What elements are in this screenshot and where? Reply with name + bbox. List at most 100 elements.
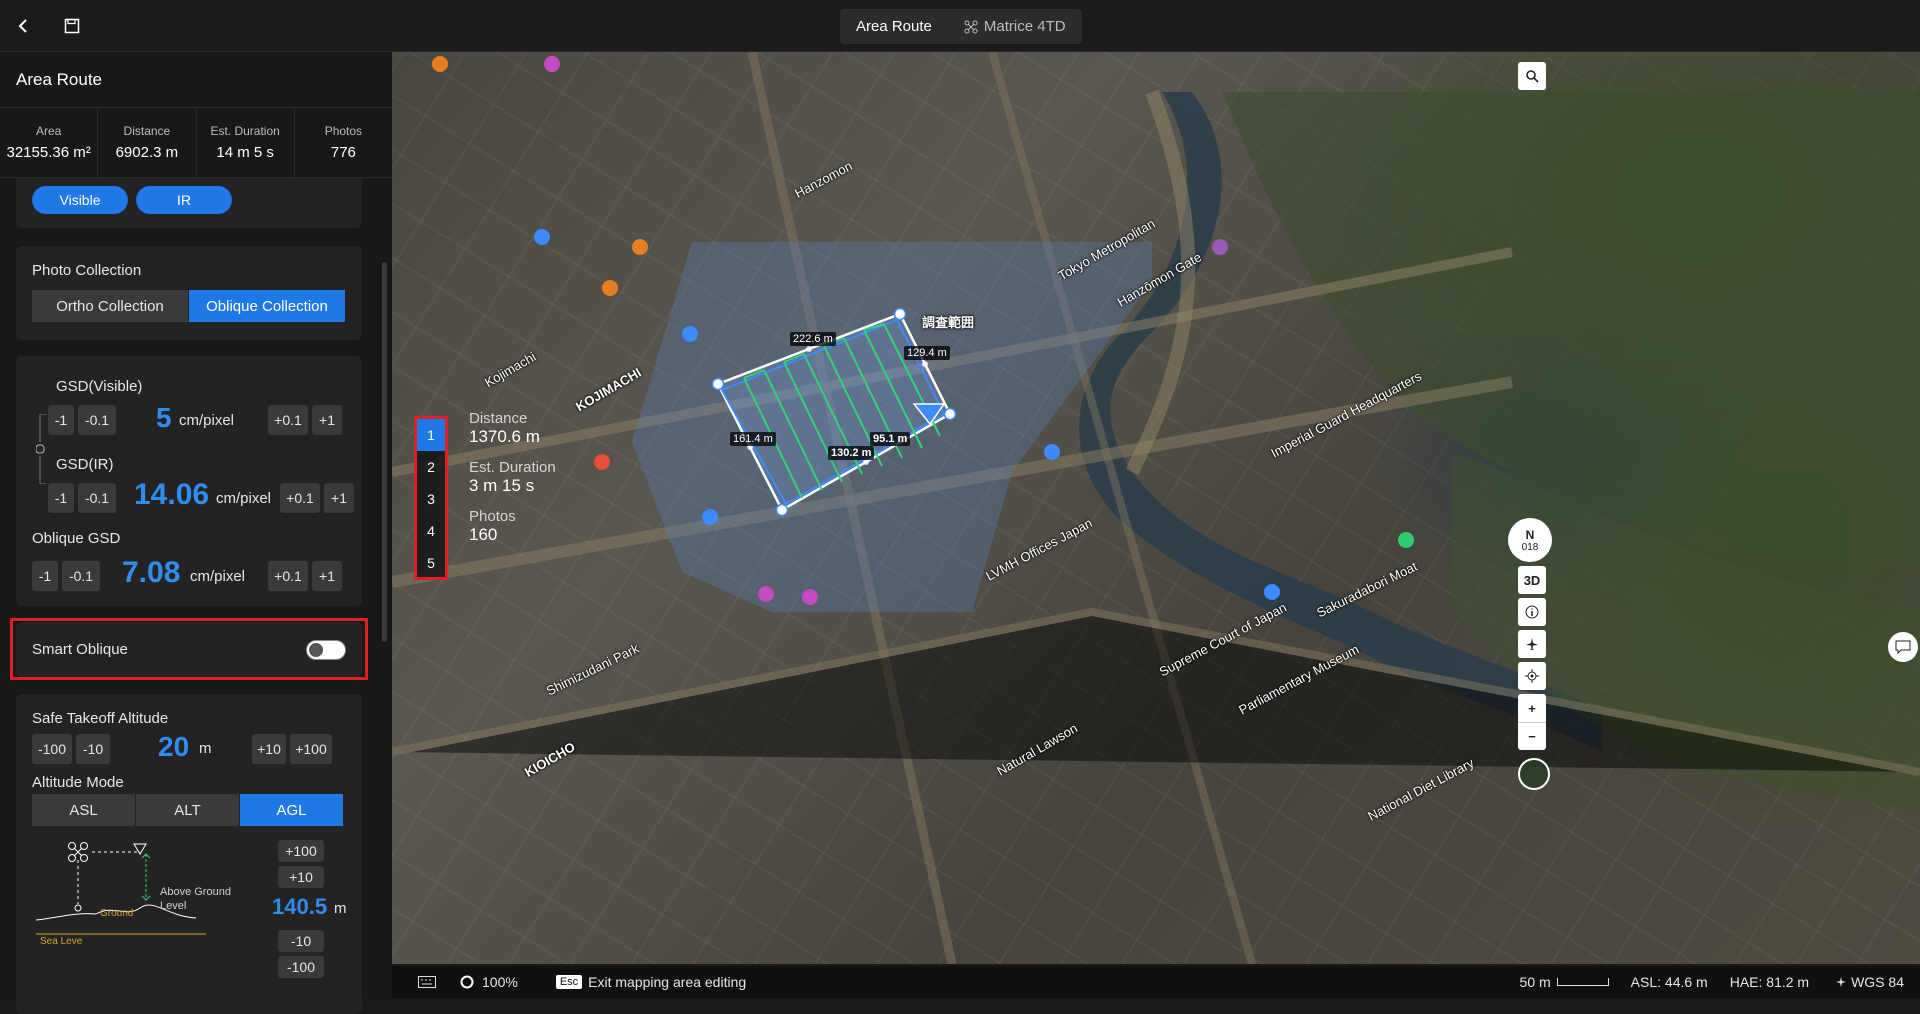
altitude-mode-asl[interactable]: ASL [32, 794, 136, 826]
oblique-route-item[interactable]: 4 [417, 515, 445, 547]
gsd-visible-minus-01[interactable]: -0.1 [78, 405, 116, 435]
view-3d-button[interactable]: 3D [1518, 566, 1546, 594]
edge-length-label: 222.6 m [790, 332, 836, 346]
drone-small-icon [1836, 977, 1847, 987]
survey-area-label: 調査範囲 [922, 315, 975, 330]
panel-scroll[interactable]: Visible IR Photo Collection Ortho Collec… [0, 178, 392, 1014]
takeoff-minus-100[interactable]: -100 [32, 734, 72, 764]
oblique-route-item[interactable]: 5 [417, 547, 445, 579]
locate-button[interactable] [1518, 662, 1546, 690]
takeoff-minus-10[interactable]: -10 [76, 734, 110, 764]
panel-scrollbar[interactable] [382, 262, 387, 642]
map-view[interactable]: Hanzomon Kojimachi KOJIMACHI Tokyo Metro… [392, 52, 1920, 964]
save-button[interactable] [58, 12, 86, 40]
gsd-ir-plus-01[interactable]: +0.1 [280, 483, 320, 513]
altitude-mode-alt[interactable]: ALT [136, 794, 240, 826]
gsd-ir-unit: cm/pixel [216, 490, 272, 507]
oblique-gsd-plus-01[interactable]: +0.1 [268, 561, 308, 591]
tab-area-route[interactable]: Area Route [840, 9, 948, 44]
zoom-in-button[interactable]: + [1518, 694, 1546, 722]
stat-distance: Distance 6902.3 m [98, 108, 197, 177]
smart-oblique-highlight [10, 618, 368, 680]
oblique-route-item[interactable]: 3 [417, 483, 445, 515]
agl-minus-100[interactable]: -100 [278, 956, 324, 978]
lens-ir-button[interactable]: IR [136, 186, 232, 214]
altitude-mode-label: Altitude Mode [32, 774, 124, 791]
oblique-gsd-minus-1[interactable]: -1 [32, 561, 58, 591]
oblique-route-list: 1 2 3 4 5 [414, 416, 448, 580]
oblique-route-item[interactable]: 1 [417, 419, 445, 451]
route-distance-label: Distance [469, 410, 528, 427]
back-button[interactable] [10, 12, 38, 40]
oblique-collection-option[interactable]: Oblique Collection [189, 290, 346, 322]
agl-diagram-label-above: Above Ground [160, 886, 231, 898]
drone-icon [68, 842, 88, 862]
edge-length-label: 130.2 m [828, 446, 875, 460]
oblique-gsd-label: Oblique GSD [32, 530, 121, 547]
stat-duration: Est. Duration 14 m 5 s [197, 108, 295, 177]
tab-aircraft[interactable]: Matrice 4TD [948, 9, 1082, 44]
gsd-ir-value: 14.06 [134, 478, 210, 511]
layer-switch-button[interactable] [1518, 758, 1550, 790]
lens-visible-button[interactable]: Visible [32, 186, 128, 214]
drone-icon [964, 20, 978, 33]
photo-collection-segment: Ortho Collection Oblique Collection [32, 290, 346, 322]
agl-value: 140.5 [272, 894, 328, 919]
datum-label: WGS 84 [1851, 974, 1904, 990]
route-duration-label: Est. Duration [469, 459, 556, 476]
takeoff-altitude-unit: m [199, 740, 212, 757]
oblique-route-item[interactable]: 2 [417, 451, 445, 483]
stat-photos: Photos 776 [324, 124, 363, 161]
aircraft-button[interactable] [1518, 630, 1546, 658]
photo-collection-label: Photo Collection [32, 262, 142, 279]
altitude-mode-segment: ASL ALT AGL [32, 794, 344, 826]
takeoff-altitude-value: 20 [158, 731, 190, 762]
agl-plus-10[interactable]: +10 [278, 866, 324, 888]
agl-minus-10[interactable]: -10 [278, 930, 324, 952]
ortho-collection-option[interactable]: Ortho Collection [32, 290, 189, 322]
top-bar: Area Route Matrice 4TD [0, 0, 1920, 52]
route-info-overlay: Distance 1370.6 m Est. Duration 3 m 15 s… [469, 410, 556, 557]
esc-key: Esc [555, 975, 583, 989]
search-icon [1526, 70, 1539, 83]
scale-bar [1556, 978, 1609, 986]
keyboard-icon[interactable] [418, 976, 436, 988]
gsd-visible-plus-01[interactable]: +0.1 [268, 405, 308, 435]
gsd-link-icon[interactable] [36, 414, 50, 484]
compass-button[interactable]: N 018 [1508, 518, 1552, 562]
edge-length-label: 95.1 m [870, 432, 911, 446]
compass-north: N [1525, 527, 1535, 542]
edge-length-label: 161.4 m [730, 432, 776, 446]
takeoff-plus-100[interactable]: +100 [290, 734, 332, 764]
route-photos-label: Photos [469, 508, 516, 525]
zoom-percent: 100% [482, 974, 518, 990]
status-bar: 100% Esc Exit mapping area editing 50 m … [392, 966, 1920, 998]
agl-diagram-label-ground: Ground [100, 908, 134, 919]
info-icon [1525, 605, 1539, 619]
airplane-icon [1526, 638, 1538, 650]
gsd-ir-minus-1[interactable]: -1 [48, 483, 74, 513]
message-button[interactable] [1888, 632, 1918, 662]
zoom-out-button[interactable]: − [1518, 722, 1546, 750]
lens-card: Visible IR [16, 178, 362, 228]
route-photos-value: 160 [469, 525, 498, 544]
altitude-mode-agl[interactable]: AGL [240, 794, 344, 826]
takeoff-plus-10[interactable]: +10 [252, 734, 286, 764]
info-button[interactable] [1518, 598, 1546, 626]
gsd-visible-label: GSD(Visible) [56, 378, 143, 395]
altitude-card: Safe Takeoff Altitude -100 -10 20 m +10 … [16, 694, 362, 1014]
asl-readout: ASL: 44.6 m [1630, 974, 1708, 990]
gsd-ir-plus-1[interactable]: +1 [324, 483, 354, 513]
map-search-button[interactable] [1518, 62, 1546, 90]
agl-unit: m [334, 900, 347, 917]
oblique-gsd-plus-1[interactable]: +1 [312, 561, 342, 591]
agl-plus-100[interactable]: +100 [278, 840, 324, 862]
hae-readout: HAE: 81.2 m [1729, 974, 1810, 990]
gsd-visible-plus-1[interactable]: +1 [312, 405, 342, 435]
route-duration-value: 3 m 15 s [469, 476, 535, 495]
takeoff-altitude-label: Safe Takeoff Altitude [32, 710, 169, 727]
oblique-gsd-minus-01[interactable]: -0.1 [62, 561, 100, 591]
gsd-ir-minus-01[interactable]: -0.1 [78, 483, 116, 513]
gsd-visible-minus-1[interactable]: -1 [48, 405, 74, 435]
map-layer [392, 52, 1920, 964]
